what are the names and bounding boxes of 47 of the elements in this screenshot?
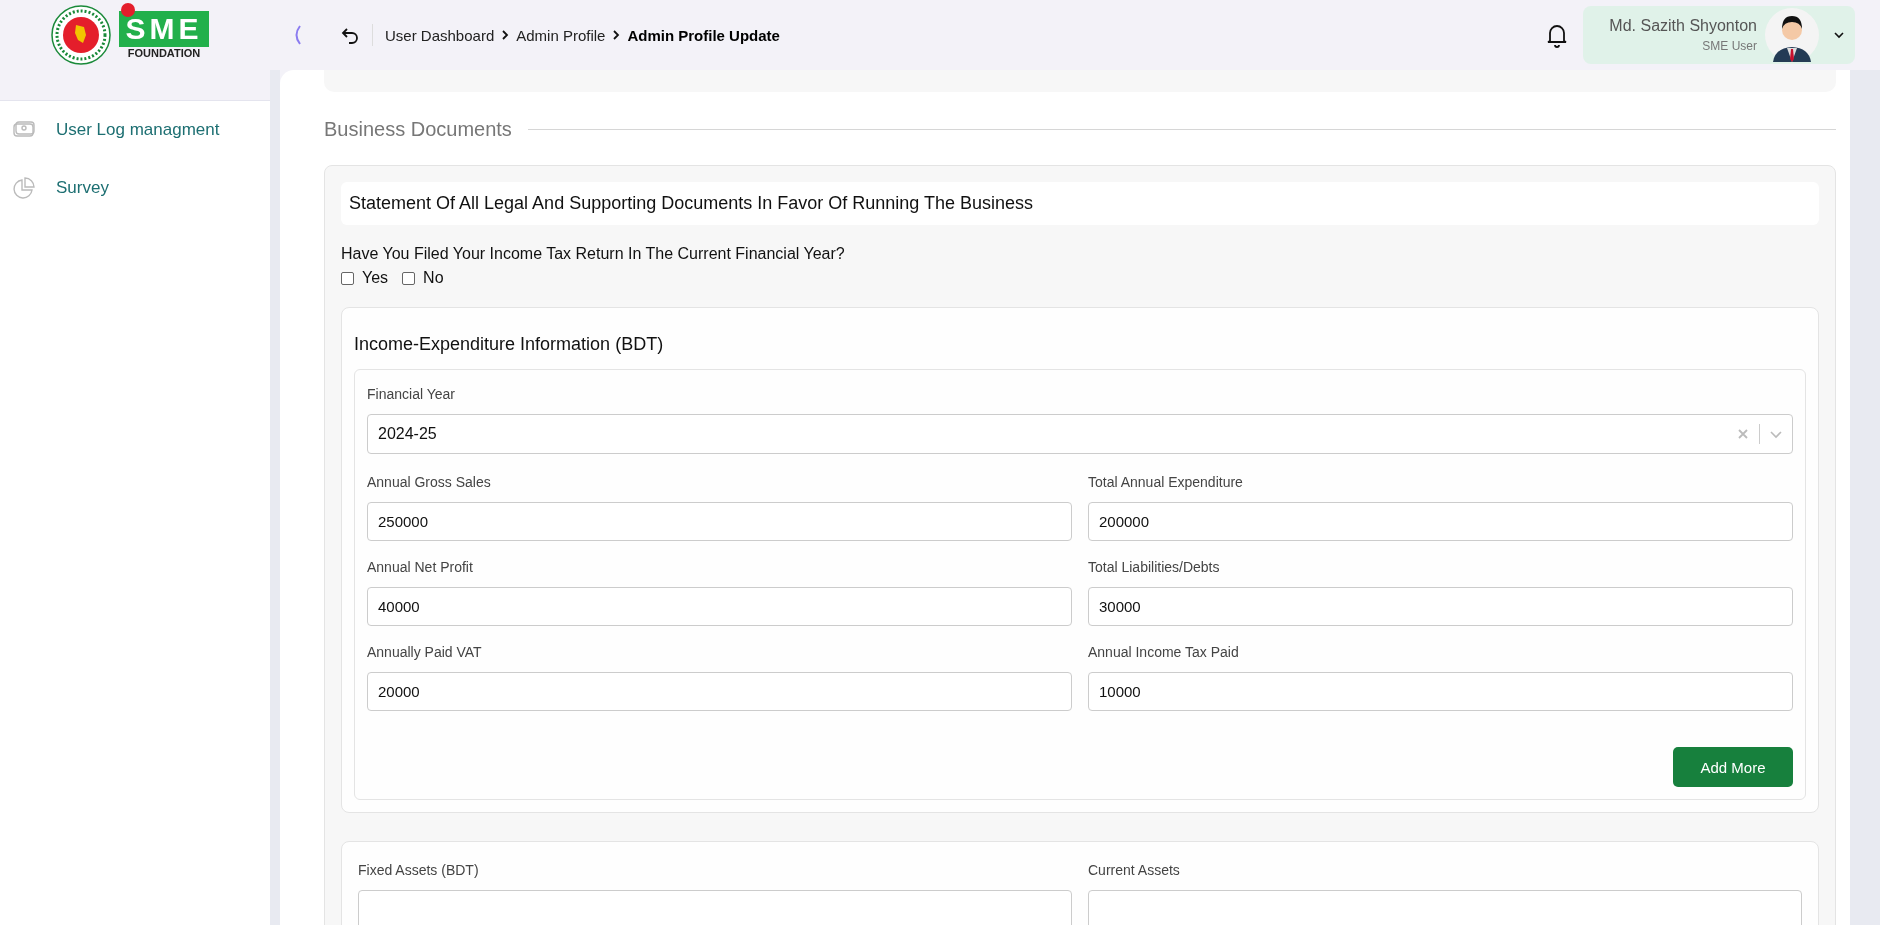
input-field[interactable]: 30000 [1088,587,1793,626]
sidebar-item[interactable]: Survey [0,159,270,217]
breadcrumb-link[interactable]: User Dashboard [385,26,495,44]
field-label: Total Annual Expenditure [1088,474,1244,490]
input-field[interactable]: 40000 [367,587,1072,626]
logo-mark: SME [119,11,209,47]
checkbox[interactable] [341,271,354,285]
breadcrumb-link[interactable]: Admin Profile [516,26,606,44]
input-field[interactable] [358,890,1072,925]
field-label: Annual Net Profit [367,559,474,575]
user-name: Md. Sazith Shyonton [1609,17,1757,35]
input-field[interactable] [1088,890,1802,925]
pie-chart-icon [12,176,36,200]
caret-icon[interactable] [1770,428,1782,440]
checkbox[interactable] [402,271,416,285]
field-label: Annually Paid VAT [367,644,483,660]
input-field[interactable]: 10000 [1088,672,1793,711]
field-label: Annual Income Tax Paid [1088,644,1240,660]
field-label: Financial Year [367,386,456,402]
chevron-icon [611,29,622,41]
user-role: SME User [1702,39,1757,53]
field-label: Current Assets [1088,862,1181,878]
year-select[interactable]: 2024-25 [367,414,1793,454]
logo-subtitle: FOUNDATION [127,47,201,59]
question-text: Have You Filed Your Income Tax Return In The Current Financial Year? [341,245,846,263]
input-field[interactable]: 200000 [1088,502,1793,541]
option-label: No [423,269,444,287]
chevron-icon [500,29,511,41]
clear-icon[interactable] [1737,428,1749,440]
field-label: Total Liabilities/Debts [1088,559,1221,575]
avatar [1765,8,1819,62]
sidebar-item[interactable]: User Log managment [0,101,270,159]
caret-icon [1833,29,1845,41]
section-title: Business Documents [324,118,512,141]
add-more-button[interactable]: Add More [1673,747,1793,787]
card-title: Income-Expenditure Information (BDT) [354,334,665,355]
logo-dot [121,3,136,17]
back-arrow-icon[interactable] [340,25,360,45]
breadcrumb-link[interactable]: Admin Profile Update [627,26,780,44]
statement-heading: Statement Of All Legal And Supporting Documents In Favor Of Running The Business [341,182,1819,225]
input-field[interactable]: 20000 [367,672,1072,711]
option-label: Yes [362,269,389,287]
input-field[interactable]: 250000 [367,502,1072,541]
user-menu[interactable]: Md. Sazith Shyonton SME User [1583,6,1855,64]
field-label: Fixed Assets (BDT) [358,862,480,878]
field-label: Annual Gross Sales [367,474,492,490]
emblem-icon [51,5,112,65]
